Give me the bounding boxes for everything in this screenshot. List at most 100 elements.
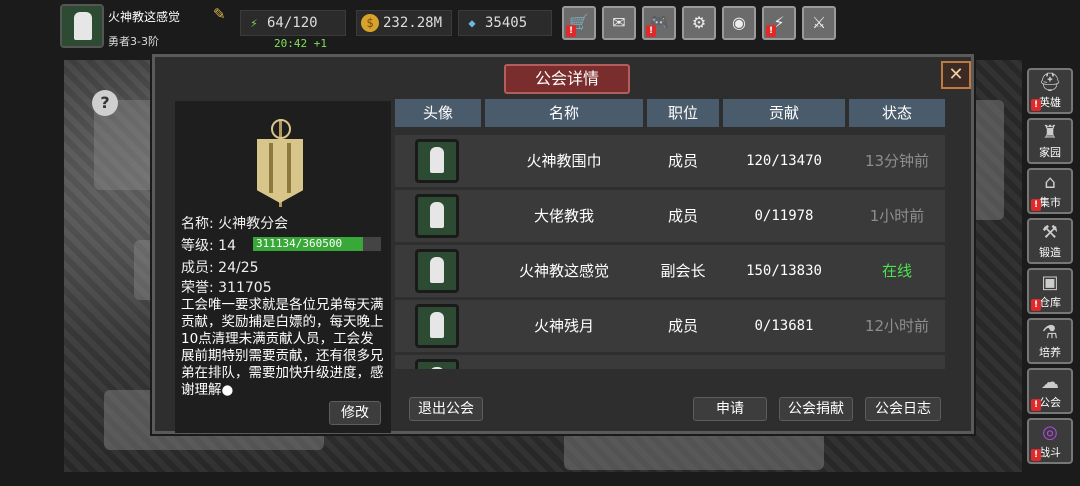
mail-icon: ✉ <box>612 13 626 32</box>
member-contribution: 0/13681 <box>754 318 814 334</box>
member-avatar[interactable] <box>415 249 459 293</box>
sidebar-item-forge[interactable]: ⚒ 锻造 <box>1027 218 1073 264</box>
gem-counter: ◆ 35405 <box>458 10 552 36</box>
member-name: 火神教这感觉 <box>518 262 609 280</box>
member-role: 副会长 <box>660 262 706 280</box>
player-avatar[interactable] <box>60 4 104 48</box>
sidebar-item-label: 培养 <box>1039 346 1061 359</box>
guild-name-line: 名称: 火神教分会 <box>181 213 288 233</box>
guild-honor: 311705 <box>218 280 272 296</box>
guild-log-button[interactable]: 公会日志 <box>865 397 941 421</box>
member-status: 1小时前 <box>869 207 925 225</box>
sidebar-item-label: 家园 <box>1039 146 1061 159</box>
edit-name-icon[interactable]: ✎ <box>213 6 229 22</box>
guild-sheep-icon: ☁ <box>1041 372 1059 393</box>
sidebar-item-hero[interactable]: ⛑ 英雄 ! <box>1027 68 1073 114</box>
table-row[interactable]: 火神教围巾 成员 120/13470 13分钟前 <box>395 135 945 187</box>
guild-xp-text: 311134/360500 <box>256 237 343 250</box>
apply-button[interactable]: 申请 <box>693 397 767 421</box>
top-bar: 火神教这感觉 勇者3-3阶 ✎ ⚡ 64/120 20:42 +1 $ 232.… <box>0 0 1080 52</box>
guild-donate-button[interactable]: 公会捐献 <box>779 397 853 421</box>
member-name: 大佬教我 <box>533 207 594 225</box>
sidebar-item-guild[interactable]: ☁ 公会 ! <box>1027 368 1073 414</box>
sidebar-item-label: 锻造 <box>1039 246 1061 259</box>
guild-name: 火神教分会 <box>218 216 289 232</box>
alert-badge: ! <box>566 25 576 37</box>
member-avatar[interactable] <box>415 194 459 238</box>
guild-honor-label: 荣誉: <box>181 280 214 296</box>
member-status: 13分钟前 <box>864 152 930 170</box>
member-contribution: 150/13830 <box>746 263 822 279</box>
alert-badge: ! <box>1031 299 1041 311</box>
sidebar-item-home[interactable]: ♜ 家园 <box>1027 118 1073 164</box>
member-contribution: 0/11978 <box>754 208 814 224</box>
energy-counter: ⚡ 64/120 <box>240 10 346 36</box>
guild-members-line: 成员: 24/25 <box>181 257 259 277</box>
guild-level-label: 等级: <box>181 238 214 254</box>
gold-counter: $ 232.28M <box>356 10 452 36</box>
leave-guild-button[interactable]: 退出公会 <box>409 397 483 421</box>
sidebar-item-battle[interactable]: ◎ 战斗 ! <box>1027 418 1073 464</box>
sidebar-item-storage[interactable]: ▣ 仓库 ! <box>1027 268 1073 314</box>
energy-timer: 20:42 +1 <box>274 37 327 50</box>
header-contribution: 贡献 <box>723 99 845 127</box>
header-name: 名称 <box>485 99 643 127</box>
swords-icon: ⚔ <box>811 13 827 32</box>
settings-button[interactable]: ⚙ <box>682 6 716 40</box>
member-contribution: 120/13470 <box>746 153 822 169</box>
member-name: 火神教围巾 <box>526 152 602 170</box>
player-rank: 勇者3-3阶 <box>108 35 159 48</box>
gamepad-button[interactable]: 🎮! <box>642 6 676 40</box>
table-row[interactable] <box>395 355 945 369</box>
color-wheel-button[interactable]: ◉ <box>722 6 756 40</box>
hero-helmet-icon: ⛑ <box>1038 72 1062 93</box>
color-wheel-icon: ◉ <box>732 13 746 32</box>
table-row[interactable]: 大佬教我 成员 0/11978 1小时前 <box>395 190 945 242</box>
member-role: 成员 <box>667 207 698 225</box>
swords-button[interactable]: ⚔ <box>802 6 836 40</box>
potion-icon: ⚗ <box>1041 322 1059 343</box>
guild-members-label: 成员: <box>181 260 214 276</box>
alert-badge: ! <box>1031 99 1041 111</box>
lightning-button[interactable]: ⚡! <box>762 6 796 40</box>
guild-description: 工会唯一要求就是各位兄弟每天满贡献，奖励捕是白嫖的，每天晚上10点清理未满贡献人… <box>181 297 384 398</box>
guild-xp-bar: 311134/360500 <box>253 237 381 251</box>
alert-badge: ! <box>646 25 656 37</box>
table-row[interactable]: 火神残月 成员 0/13681 12小时前 <box>395 300 945 352</box>
castle-icon: ♜ <box>1041 122 1059 143</box>
members-table[interactable]: 火神教围巾 成员 120/13470 13分钟前 大佬教我 成员 0/11978… <box>395 135 945 369</box>
guild-members: 24/25 <box>218 260 259 276</box>
mail-button[interactable]: ✉ <box>602 6 636 40</box>
close-icon: ✕ <box>948 64 964 85</box>
header-avatar: 头像 <box>395 99 481 127</box>
member-role: 成员 <box>667 317 698 335</box>
guild-level: 14 <box>218 238 236 254</box>
gear-icon: ⚙ <box>691 13 707 32</box>
energy-bolt-icon: ⚡ <box>250 16 258 30</box>
member-avatar[interactable] <box>415 139 459 183</box>
gem-icon: ◆ <box>468 16 476 30</box>
guild-honor-line: 荣誉: 311705 <box>181 277 272 297</box>
member-avatar[interactable] <box>415 304 459 348</box>
alert-badge: ! <box>766 25 776 37</box>
alert-badge: ! <box>1031 199 1041 211</box>
alert-badge: ! <box>1031 449 1041 461</box>
guild-level-line: 等级: 14 <box>181 235 236 255</box>
dialog-title: 公会详情 <box>504 64 630 94</box>
member-role: 成员 <box>667 152 698 170</box>
member-avatar[interactable] <box>415 359 459 369</box>
guild-info-panel: 名称: 火神教分会 等级: 14 311134/360500 成员: 24/25… <box>175 101 391 433</box>
edit-description-button[interactable]: 修改 <box>329 401 381 425</box>
sidebar-item-market[interactable]: ⌂ 集市 ! <box>1027 168 1073 214</box>
portal-icon: ◎ <box>1042 422 1058 443</box>
chest-icon: ▣ <box>1041 272 1059 293</box>
player-name: 火神教这感觉 <box>108 10 181 24</box>
help-button[interactable]: ? <box>92 90 118 116</box>
sidebar-item-train[interactable]: ⚗ 培养 <box>1027 318 1073 364</box>
shop-cart-button[interactable]: 🛒! <box>562 6 596 40</box>
anvil-icon: ⚒ <box>1041 222 1059 243</box>
close-button[interactable]: ✕ <box>941 61 971 89</box>
table-row[interactable]: 火神教这感觉 副会长 150/13830 在线 <box>395 245 945 297</box>
guild-name-label: 名称: <box>181 216 214 232</box>
gold-coin-icon: $ <box>361 14 379 32</box>
